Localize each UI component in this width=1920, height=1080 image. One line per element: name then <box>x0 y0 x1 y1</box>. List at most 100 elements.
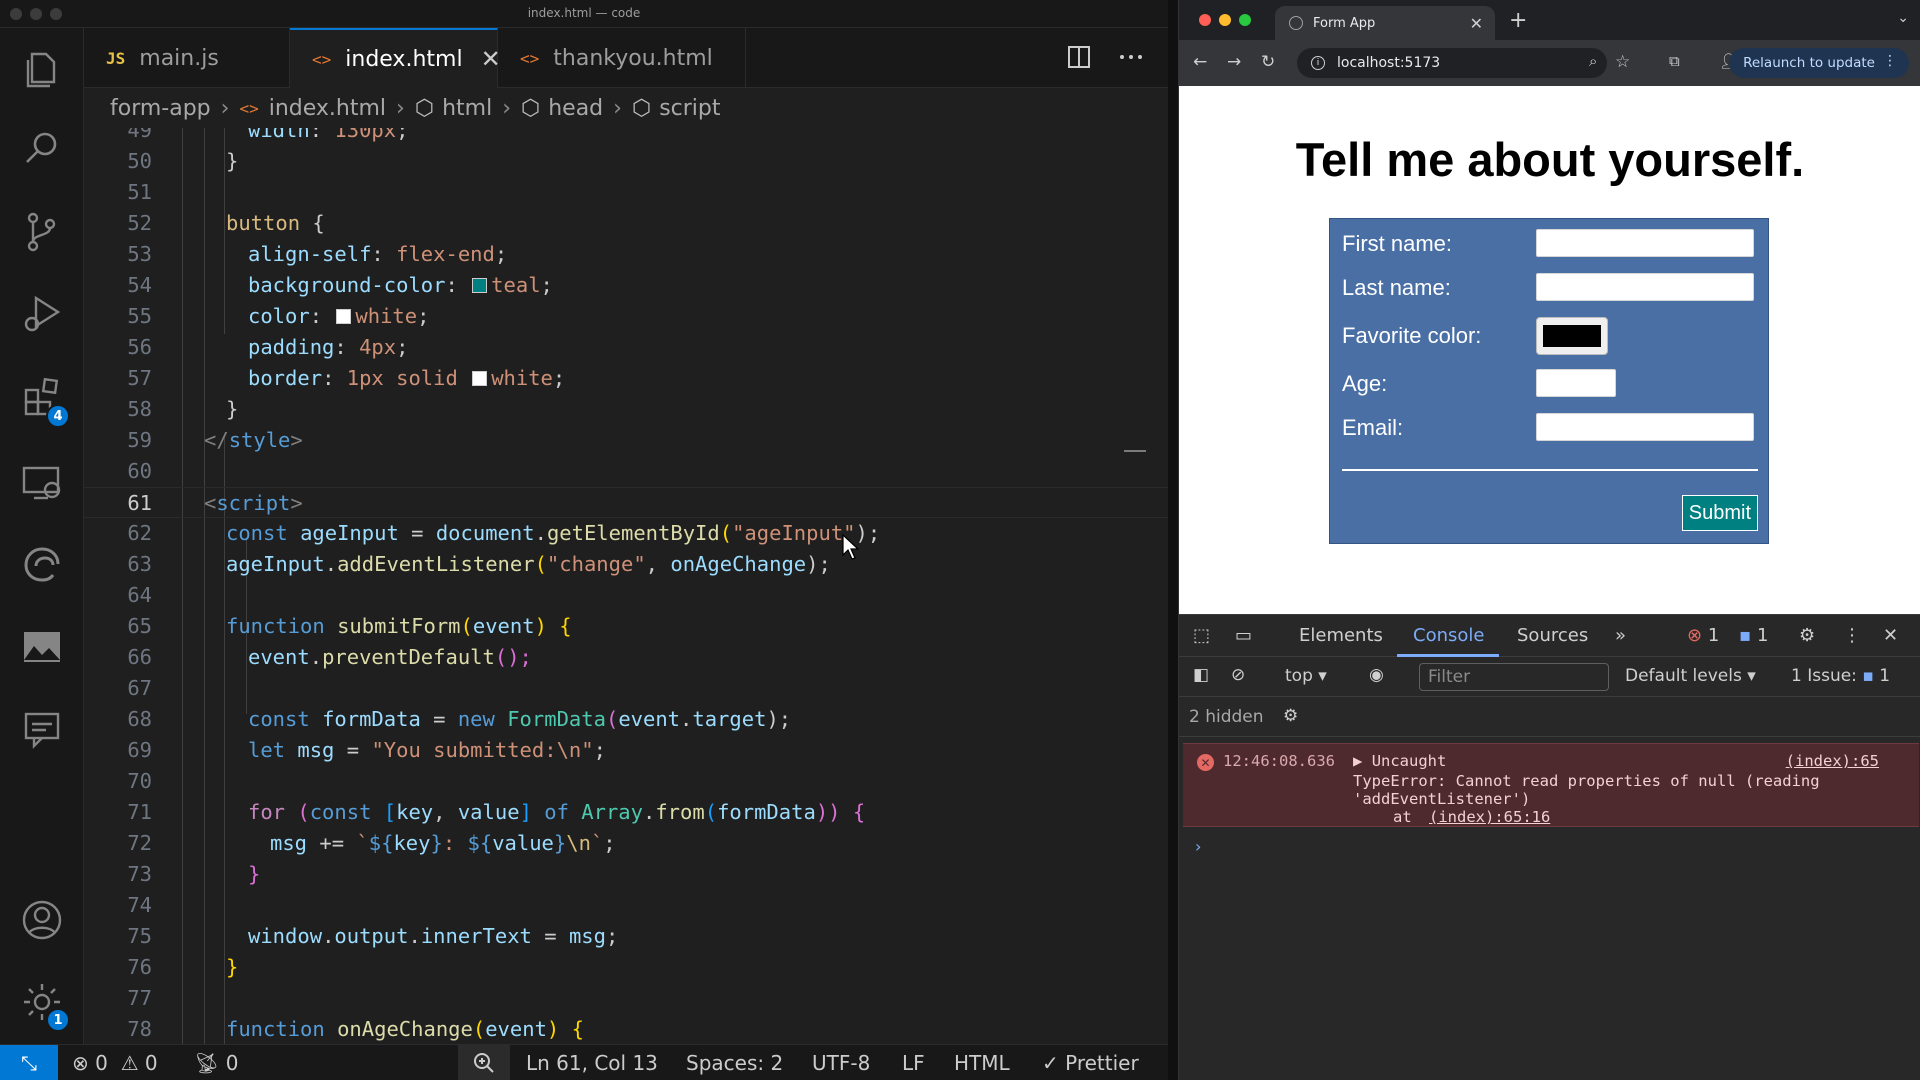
url-text: localhost:5173 <box>1337 55 1441 71</box>
site-info-icon[interactable]: i <box>1311 56 1325 70</box>
first-name-input[interactable] <box>1536 229 1754 257</box>
zoom-icon[interactable]: ⌕ <box>1589 52 1597 70</box>
settings-gear-icon[interactable]: ⚙ <box>1799 625 1815 646</box>
last-name-input[interactable] <box>1536 273 1754 301</box>
close-devtools-icon[interactable]: ✕ <box>1883 625 1898 646</box>
settings-gear-icon[interactable]: 1 <box>18 978 70 1032</box>
reload-icon[interactable]: ↻ <box>1261 52 1275 72</box>
tab-index-html[interactable]: <> index.html ✕ <box>290 28 501 88</box>
language-mode[interactable]: HTML <box>954 1045 1010 1080</box>
cursor-position[interactable]: Ln 61, Col 13 <box>526 1045 658 1080</box>
error-source-link[interactable]: (index):65 <box>1786 752 1879 770</box>
back-icon[interactable]: ← <box>1193 52 1207 72</box>
code-line: 49 width: 130px; <box>127 128 409 142</box>
page-title: Tell me about yourself. <box>1295 133 1805 186</box>
clear-console-icon[interactable]: ⊘ <box>1231 665 1245 685</box>
submit-button[interactable]: Submit <box>1681 495 1758 531</box>
console-error-message[interactable]: ✕ 12:46:08.636 ▶ Uncaught (index):65 Typ… <box>1183 743 1919 827</box>
console-filter-input[interactable]: Filter <box>1419 663 1609 691</box>
tab-sources[interactable]: Sources <box>1517 625 1588 646</box>
log-levels-dropdown[interactable]: Default levels ▾ <box>1625 666 1756 686</box>
close-window-button[interactable] <box>1199 14 1211 26</box>
forward-icon[interactable]: → <box>1227 52 1241 72</box>
breadcrumb-script[interactable]: ⬡ script <box>632 96 721 121</box>
maximize-window-button[interactable] <box>1239 14 1251 26</box>
code-line: 58} <box>127 397 239 421</box>
code-editor[interactable]: 49 width: 130px; 50} 51 52 button { 53 alig… <box>84 128 1168 1044</box>
minimize-window-button[interactable] <box>1219 14 1231 26</box>
breadcrumb-file[interactable]: <> index.html <box>239 96 386 121</box>
context-selector[interactable]: top ▾ <box>1285 666 1327 686</box>
stack-trace-link[interactable]: (index):65:16 <box>1429 808 1550 826</box>
encoding-status[interactable]: UTF-8 <box>812 1045 870 1080</box>
favorite-color-picker[interactable] <box>1536 317 1608 355</box>
breadcrumb-head[interactable]: ⬡ head <box>521 96 603 121</box>
tab-console[interactable]: Console <box>1413 625 1484 646</box>
error-count-badge[interactable]: ⊗ 1 <box>1687 625 1719 646</box>
more-tabs-icon[interactable]: » <box>1615 625 1626 646</box>
more-actions-icon[interactable] <box>1118 44 1144 70</box>
new-tab-button[interactable]: + <box>1509 8 1527 33</box>
close-tab-icon[interactable]: ✕ <box>1470 14 1483 33</box>
kebab-menu-icon[interactable]: ⋮ <box>1843 625 1861 646</box>
breadcrumb-html[interactable]: ⬡ html <box>415 96 492 121</box>
ports-status[interactable]: 📡︎ 0 <box>194 1045 238 1080</box>
remote-indicator-icon[interactable]: ⤡ <box>0 1045 58 1080</box>
code-line: 56 padding: 4px; <box>127 335 409 359</box>
account-icon[interactable] <box>18 896 66 944</box>
explorer-icon[interactable] <box>18 44 66 92</box>
console-prompt[interactable]: › <box>1195 837 1201 856</box>
error-icon: ✕ <box>1197 754 1214 771</box>
run-debug-icon[interactable] <box>18 290 66 338</box>
zoom-icon[interactable] <box>458 1045 510 1080</box>
status-bar: ⤡ ⊗ 0 ⚠ 0 📡︎ 0 Ln 61, Col 13 Spaces: 2 U… <box>0 1044 1168 1080</box>
console-settings-gear-icon[interactable]: ⚙ <box>1283 706 1298 726</box>
browser-tab-form-app[interactable]: Form App ✕ <box>1275 6 1495 40</box>
browser-tab-title: Form App <box>1313 15 1376 31</box>
sidebar-toggle-icon[interactable]: ◧ <box>1193 665 1209 685</box>
tab-main-js[interactable]: JS main.js <box>84 28 290 88</box>
code-line: 69 let msg = "You submitted:\n"; <box>127 738 606 762</box>
code-line: 54 background-color: teal; <box>127 273 553 297</box>
color-swatch-teal[interactable] <box>472 278 488 293</box>
device-toolbar-icon[interactable]: ▭ <box>1235 625 1252 646</box>
age-input[interactable] <box>1536 369 1616 397</box>
live-expression-eye-icon[interactable]: ◉ <box>1369 665 1384 685</box>
tab-elements[interactable]: Elements <box>1299 625 1383 646</box>
message-icon: ▪ <box>1739 625 1752 646</box>
issues-button[interactable]: 1 Issue: ▪ 1 <box>1791 666 1890 686</box>
tab-label: index.html <box>345 46 463 72</box>
bookmark-star-icon[interactable]: ☆ <box>1615 52 1630 72</box>
search-icon[interactable] <box>18 124 66 172</box>
prettier-status[interactable]: ✓ Prettier <box>1042 1045 1139 1080</box>
relaunch-to-update-button[interactable]: Relaunch to update ⋮ <box>1729 48 1909 78</box>
image-preview-icon[interactable] <box>18 624 66 672</box>
inspect-element-icon[interactable]: ⬚ <box>1193 625 1210 646</box>
split-editor-icon[interactable] <box>1066 44 1092 70</box>
kebab-menu-icon[interactable]: ⋮ <box>1883 53 1897 69</box>
comments-icon[interactable] <box>18 706 66 754</box>
remote-explorer-icon[interactable] <box>18 458 66 506</box>
message-count-badge[interactable]: ▪ 1 <box>1739 625 1768 646</box>
color-swatch-white[interactable] <box>336 309 352 324</box>
eol-status[interactable]: LF <box>902 1045 925 1080</box>
breadcrumb-folder[interactable]: form-app <box>110 96 211 121</box>
color-swatch-white[interactable] <box>472 371 488 386</box>
code-line: 60 <box>127 459 152 483</box>
address-bar[interactable]: i localhost:5173 <box>1297 48 1607 78</box>
code-line: 52 button { <box>127 211 325 235</box>
source-control-icon[interactable] <box>18 208 66 256</box>
error-expand[interactable]: ▶ Uncaught <box>1353 752 1446 770</box>
code-line: 53 align-self: flex-end; <box>127 242 508 266</box>
extensions-puzzle-icon[interactable]: ⧉ <box>1669 52 1680 70</box>
activity-bar: 4 1 <box>0 28 84 1044</box>
first-name-label: First name: <box>1342 231 1453 256</box>
code-line: 67 <box>127 676 152 700</box>
tab-thankyou-html[interactable]: <> thankyou.html <box>498 28 746 88</box>
problems-status[interactable]: ⊗ 0 ⚠ 0 <box>72 1045 158 1080</box>
edge-devtools-icon[interactable] <box>18 540 66 588</box>
extensions-icon[interactable]: 4 <box>18 374 70 428</box>
email-input[interactable] <box>1536 413 1754 441</box>
tab-search-icon[interactable]: ⌄ <box>1897 10 1909 26</box>
indentation-status[interactable]: Spaces: 2 <box>686 1045 783 1080</box>
